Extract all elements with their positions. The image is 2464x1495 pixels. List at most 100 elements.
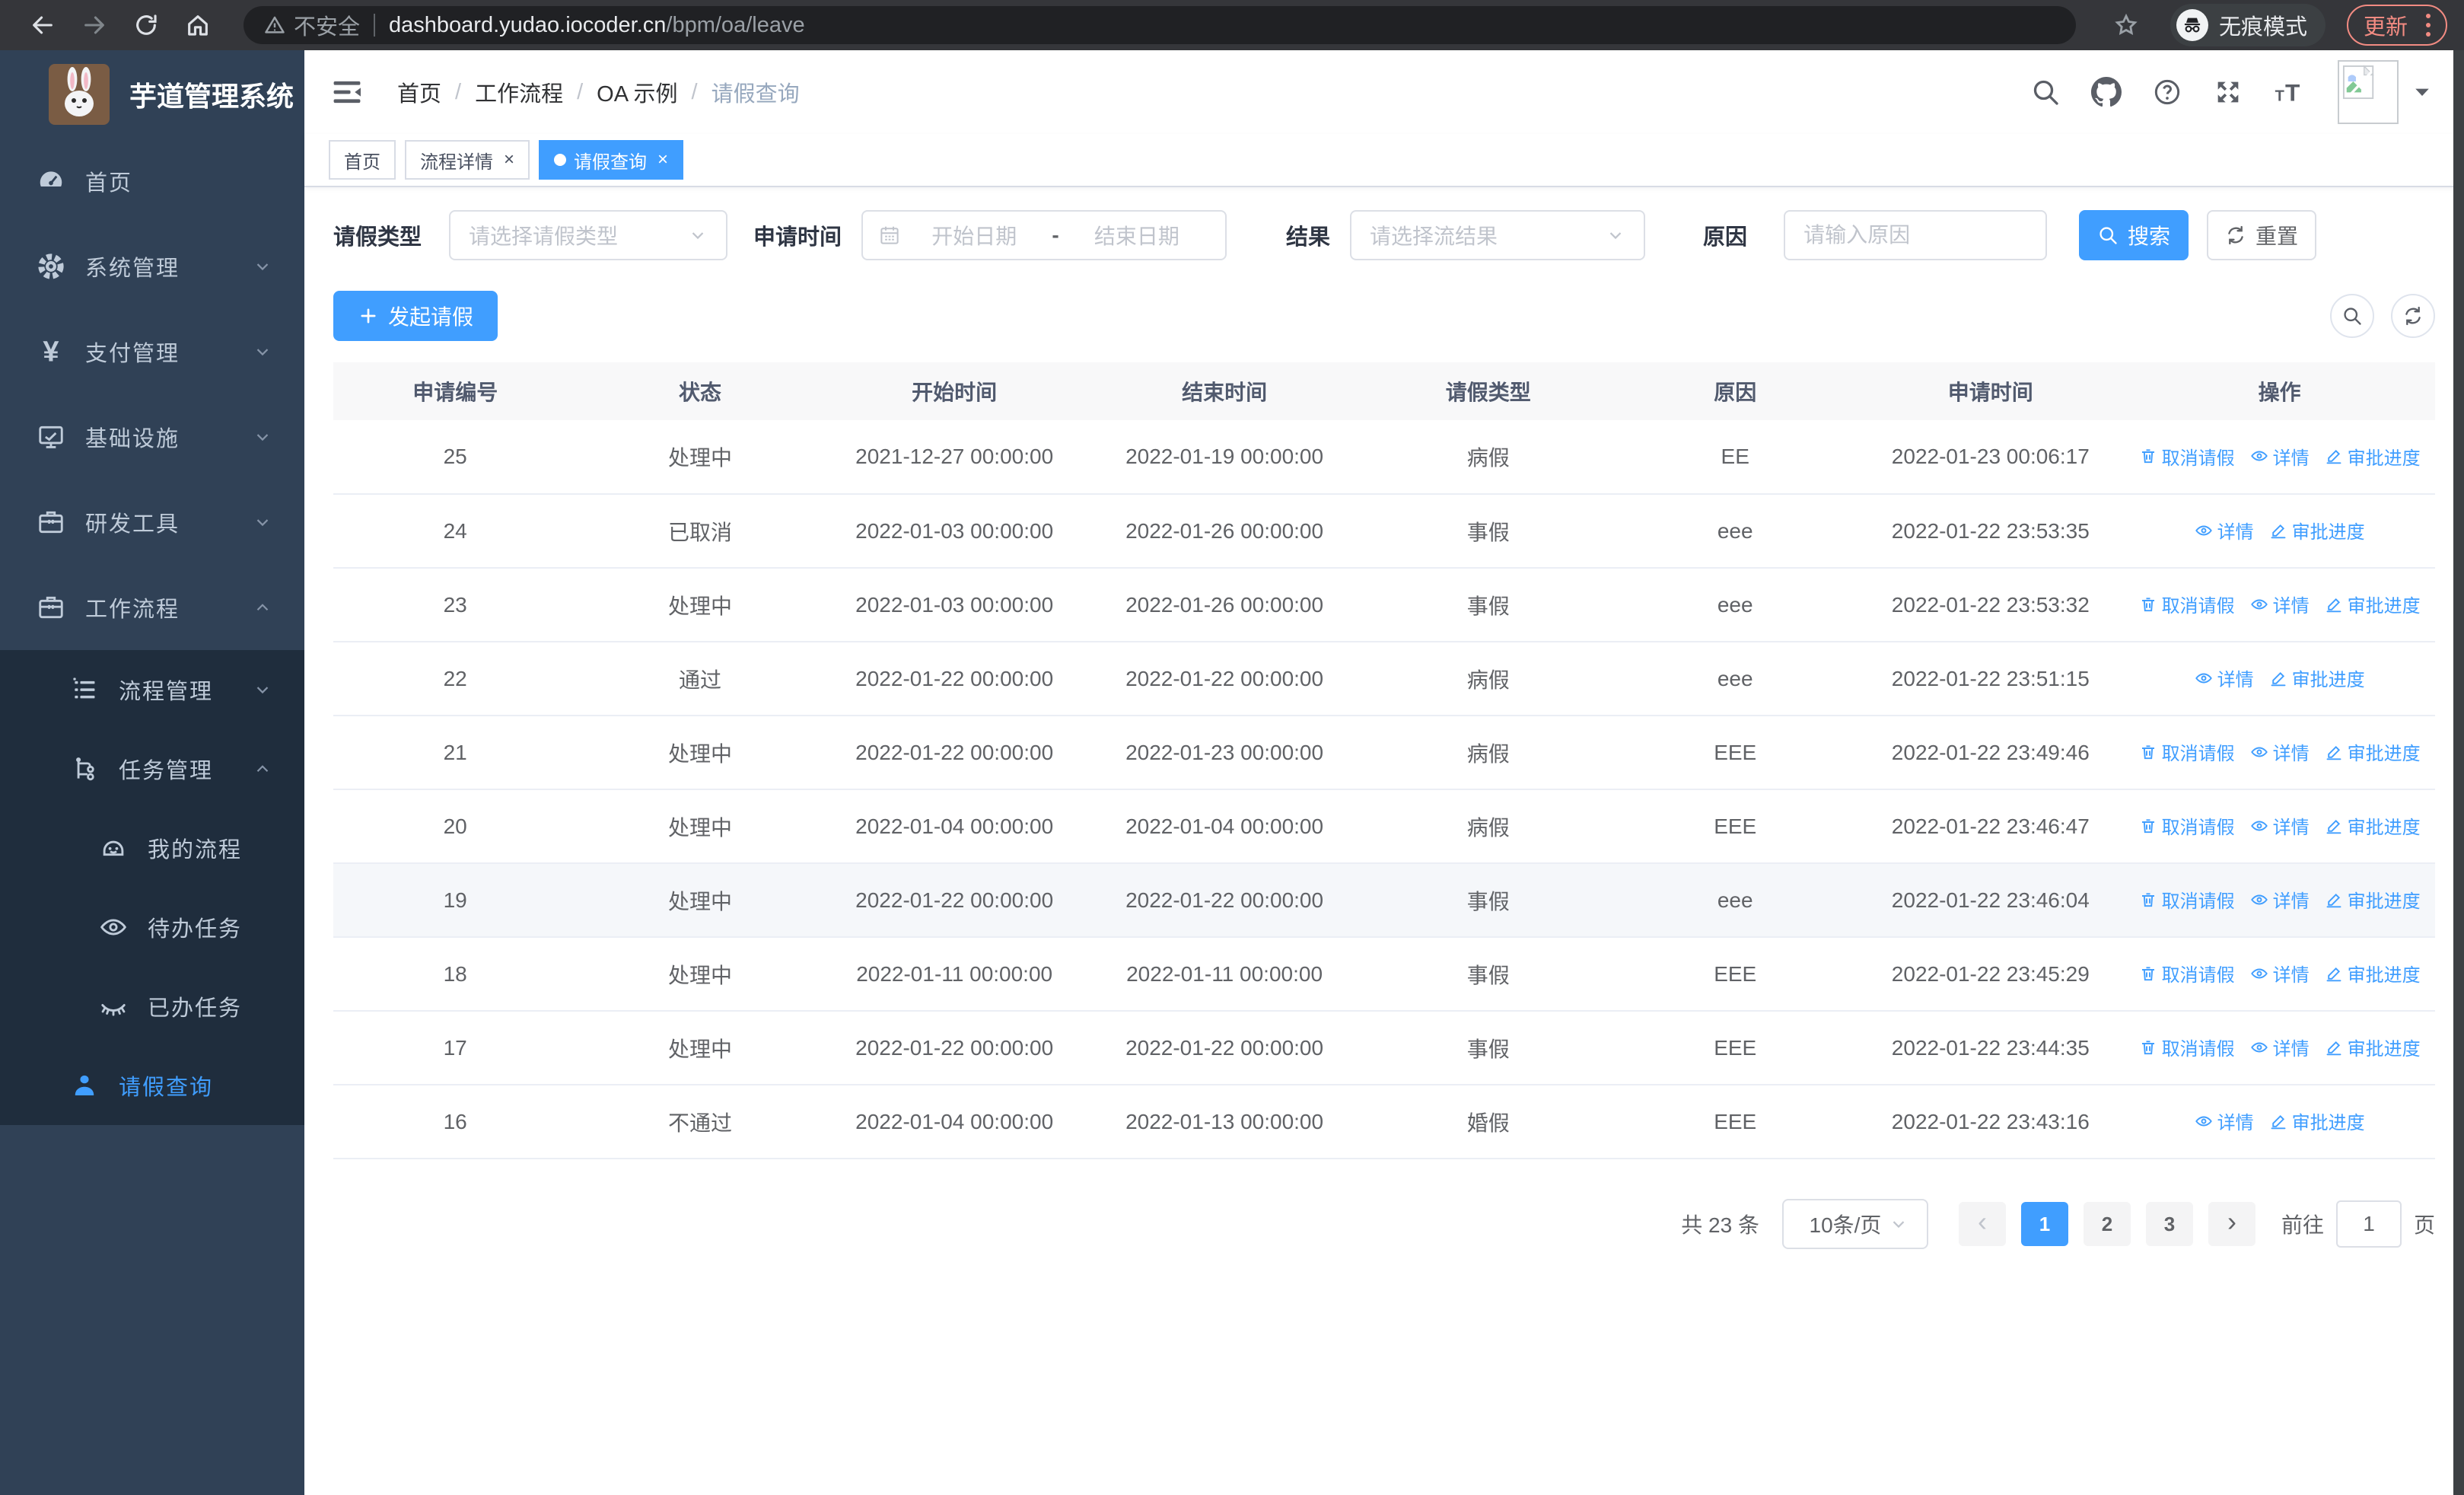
- sidebar-item-label: 支付管理: [85, 342, 180, 366]
- action-detail[interactable]: 详情: [2250, 960, 2310, 987]
- robot-icon: [99, 834, 128, 862]
- fullscreen-icon[interactable]: [2213, 77, 2243, 107]
- page-button-3[interactable]: 3: [2145, 1202, 2193, 1246]
- action-detail[interactable]: 详情: [2250, 812, 2310, 839]
- scrollbar[interactable]: [2453, 50, 2464, 1495]
- avatar[interactable]: [2338, 60, 2399, 124]
- create-leave-button[interactable]: 发起请假: [333, 291, 498, 341]
- goto-page-input[interactable]: [2335, 1200, 2402, 1248]
- github-icon[interactable]: [2091, 77, 2122, 107]
- font-size-icon[interactable]: TT: [2274, 77, 2304, 107]
- reset-button[interactable]: 重置: [2207, 210, 2317, 260]
- prev-page-button[interactable]: ‹: [1958, 1202, 2006, 1246]
- url-path: /bpm/oa/leave: [666, 12, 805, 37]
- refresh-icon: [2225, 225, 2246, 246]
- help-icon[interactable]: [2152, 77, 2182, 107]
- close-icon[interactable]: ×: [657, 151, 668, 169]
- sidebar-item-done-tasks[interactable]: 已办任务: [0, 967, 304, 1046]
- reload-icon[interactable]: [131, 10, 161, 40]
- cell-apply_time: 2022-01-22 23:49:46: [1857, 716, 2125, 790]
- show-search-circle-button[interactable]: [2330, 294, 2374, 338]
- address-bar[interactable]: 不安全 dashboard.yudao.iocoder.cn/bpm/oa/le…: [244, 6, 2076, 44]
- sidebar-item-system[interactable]: 系统管理: [0, 224, 304, 309]
- home-icon[interactable]: [183, 10, 213, 40]
- caret-down-icon[interactable]: [2411, 81, 2434, 104]
- action-label: 取消请假: [2161, 891, 2235, 913]
- action-detail[interactable]: 详情: [2195, 1108, 2254, 1134]
- action-progress[interactable]: 审批进度: [2269, 665, 2365, 691]
- page-button-1[interactable]: 1: [2020, 1202, 2068, 1246]
- action-detail[interactable]: 详情: [2250, 1034, 2310, 1060]
- sidebar-item-infra[interactable]: 基础设施: [0, 394, 304, 480]
- tab-1[interactable]: 首页: [329, 140, 396, 180]
- bookmark-star-icon[interactable]: [2111, 10, 2141, 40]
- action-label: 审批进度: [2347, 965, 2421, 987]
- action-cancel[interactable]: 取消请假: [2139, 591, 2235, 617]
- action-cancel[interactable]: 取消请假: [2139, 1034, 2235, 1060]
- action-progress[interactable]: 审批进度: [2325, 738, 2421, 765]
- action-progress[interactable]: 审批进度: [2269, 1108, 2365, 1134]
- sidebar-item-pay[interactable]: ¥ 支付管理: [0, 309, 304, 394]
- action-label: 审批进度: [2291, 670, 2365, 691]
- action-progress[interactable]: 审批进度: [2325, 591, 2421, 617]
- action-cancel[interactable]: 取消请假: [2139, 812, 2235, 839]
- action-label: 审批进度: [2347, 448, 2421, 469]
- sidebar-collapse-icon[interactable]: [330, 75, 364, 109]
- cell-apply_time: 2022-01-22 23:51:15: [1857, 642, 2125, 716]
- browser-update-button[interactable]: 更新: [2346, 5, 2447, 46]
- action-detail[interactable]: 详情: [2250, 591, 2310, 617]
- breadcrumb-item[interactable]: 首页: [397, 76, 441, 108]
- sidebar-item-workflow[interactable]: 工作流程: [0, 565, 304, 650]
- result-select[interactable]: 请选择流结果: [1350, 210, 1646, 260]
- edit-icon: [2269, 1112, 2287, 1130]
- action-cancel[interactable]: 取消请假: [2139, 960, 2235, 987]
- tab-3[interactable]: 请假查询 ×: [539, 140, 684, 180]
- action-cancel[interactable]: 取消请假: [2139, 443, 2235, 470]
- sidebar-item-home[interactable]: 首页: [0, 139, 304, 224]
- action-cancel[interactable]: 取消请假: [2139, 738, 2235, 765]
- action-detail[interactable]: 详情: [2250, 738, 2310, 765]
- forward-icon[interactable]: [79, 10, 110, 40]
- action-progress[interactable]: 审批进度: [2325, 960, 2421, 987]
- sidebar-item-todo-tasks[interactable]: 待办任务: [0, 888, 304, 967]
- action-progress[interactable]: 审批进度: [2325, 1034, 2421, 1060]
- sidebar-item-task-mgmt[interactable]: 任务管理: [0, 729, 304, 808]
- action-progress[interactable]: 审批进度: [2269, 517, 2365, 543]
- breadcrumb-item[interactable]: 工作流程: [475, 76, 563, 108]
- leave-type-select[interactable]: 请选择请假类型: [449, 210, 728, 260]
- next-page-button[interactable]: ›: [2208, 1202, 2255, 1246]
- sidebar-item-process-mgmt[interactable]: 流程管理: [0, 650, 304, 729]
- edit-icon: [2325, 964, 2343, 983]
- refresh-circle-button[interactable]: [2391, 294, 2435, 338]
- table-row: 19 处理中 2022-01-22 00:00:00 2022-01-22 00:00…: [333, 863, 2435, 938]
- tab-2[interactable]: 流程详情 ×: [405, 140, 530, 180]
- goto-label: 前往: [2281, 1213, 2324, 1237]
- app-logo-row[interactable]: 芋道管理系统: [0, 50, 304, 139]
- browser-menu-icon[interactable]: [2426, 14, 2431, 37]
- page-button-2[interactable]: 2: [2083, 1202, 2131, 1246]
- action-label: 详情: [2272, 818, 2310, 839]
- page-size-select[interactable]: 10条/页: [1781, 1199, 1928, 1249]
- search-icon[interactable]: [2030, 77, 2061, 107]
- action-cancel[interactable]: 取消请假: [2139, 886, 2235, 913]
- back-icon[interactable]: [27, 10, 58, 40]
- action-progress[interactable]: 审批进度: [2325, 443, 2421, 470]
- cell-end: 2022-01-13 00:00:00: [1085, 1085, 1364, 1159]
- action-progress[interactable]: 审批进度: [2325, 812, 2421, 839]
- close-icon[interactable]: ×: [504, 151, 514, 169]
- action-detail[interactable]: 详情: [2250, 443, 2310, 470]
- breadcrumb-item[interactable]: OA 示例: [597, 76, 677, 108]
- sidebar-item-my-process[interactable]: 我的流程: [0, 808, 304, 888]
- search-button[interactable]: 搜索: [2079, 210, 2189, 260]
- action-progress[interactable]: 审批进度: [2325, 886, 2421, 913]
- table-row: 22 通过 2022-01-22 00:00:00 2022-01-22 00:00:…: [333, 642, 2435, 716]
- incognito-badge: 无痕模式: [2170, 4, 2326, 46]
- sidebar-item-dev-tools[interactable]: 研发工具: [0, 480, 304, 565]
- action-detail[interactable]: 详情: [2195, 665, 2254, 691]
- action-label: 详情: [2217, 1113, 2254, 1134]
- reason-input[interactable]: [1803, 223, 2028, 247]
- apply-time-range-picker[interactable]: 开始日期 - 结束日期: [861, 210, 1227, 260]
- sidebar-item-leave-query[interactable]: 请假查询: [0, 1046, 304, 1125]
- action-detail[interactable]: 详情: [2250, 886, 2310, 913]
- action-detail[interactable]: 详情: [2195, 517, 2254, 543]
